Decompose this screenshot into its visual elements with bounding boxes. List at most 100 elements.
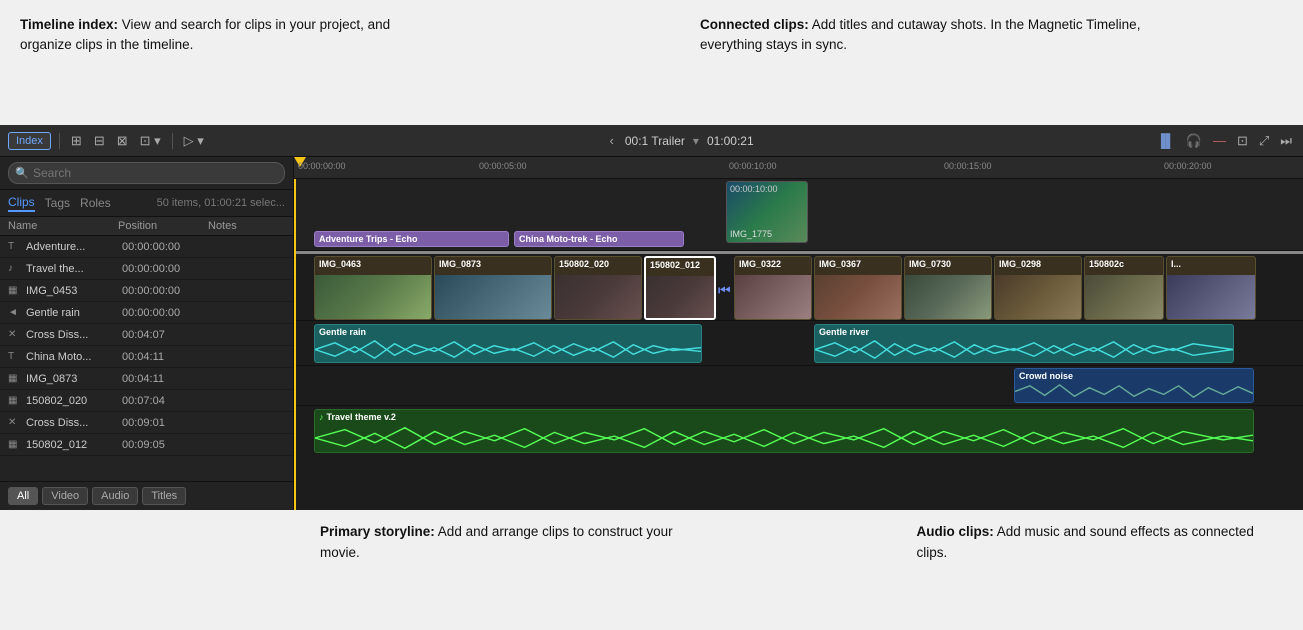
sidebar-row[interactable]: ✕ Cross Diss... 00:09:01 [0, 412, 293, 434]
clip-img0367-label: IMG_0367 [815, 257, 901, 271]
tab-roles[interactable]: Roles [80, 195, 111, 211]
toolbar: Index ⊞ ⊟ ⊠ ⊡ ▾ ▷ ▾ ‹ 00:1 Trailer ▾ 01:… [0, 125, 1303, 157]
clip-150802012-label: 150802_012 [646, 258, 714, 272]
clip-img0322[interactable]: IMG_0322 [734, 256, 812, 320]
tab-clips[interactable]: Clips [8, 194, 35, 212]
clip-150802c[interactable]: 150802c [1084, 256, 1164, 320]
gentle-rain-label: Gentle rain [315, 325, 701, 339]
audio-row-1: Gentle rain Gentle river [294, 321, 1303, 366]
tick-0: 00:00:00:00 [298, 161, 346, 171]
search-input[interactable] [8, 162, 285, 184]
mute-icon[interactable]: — [1210, 131, 1229, 150]
main-content: 🔍 Clips Tags Roles 50 items, 01:00:21 se… [0, 157, 1303, 510]
row-type-icon: ◄ [8, 307, 22, 318]
tick-15: 00:00:15:00 [944, 161, 992, 171]
clip-img0298[interactable]: IMG_0298 [994, 256, 1082, 320]
travel-theme-clip[interactable]: ♪ Travel theme v.2 [314, 409, 1254, 453]
search-icon: 🔍 [15, 167, 29, 180]
row-position: 00:09:05 [122, 439, 212, 451]
clip-view-icon[interactable]: ⊡ [1234, 131, 1251, 151]
row-position: 00:07:04 [122, 395, 212, 407]
toolbar-right: ▐▌ 🎧 — ⊡ ⤢ ⏭ [1153, 131, 1295, 151]
china-moto-clip[interactable]: China Moto-trek - Echo [514, 231, 684, 247]
headphone-icon[interactable]: 🎧 [1183, 131, 1205, 151]
row-type-icon: ▦ [8, 439, 22, 450]
travel-theme-text: Travel theme v.2 [327, 412, 396, 422]
row-type-icon: ✕ [8, 329, 22, 340]
filter-icon[interactable]: ⊠ [114, 131, 131, 151]
tick-10: 00:00:10:00 [729, 161, 777, 171]
connected-clips-row: 00:00:10:00 IMG_1775 Adventure Trips - E… [294, 179, 1303, 251]
row-position: 00:04:07 [122, 329, 212, 341]
tab-tags[interactable]: Tags [45, 195, 70, 211]
primary-video-row: IMG_0463 IMG_0873 150802_020 150802_012 [294, 251, 1303, 321]
zoom-icon[interactable]: ⊟ [91, 131, 108, 151]
gentle-rain-clip[interactable]: Gentle rain [314, 324, 702, 363]
sidebar-row[interactable]: ▦ IMG_0873 00:04:11 [0, 368, 293, 390]
sidebar-list: T Adventure... 00:00:00:00 ♪ Travel the.… [0, 236, 293, 481]
clip-img0453[interactable]: IMG_0463 [314, 256, 432, 320]
clip-img0730[interactable]: IMG_0730 [904, 256, 992, 320]
select-tool-icon[interactable]: ▷ ▾ [181, 131, 207, 151]
clip-img0298-label: IMG_0298 [995, 257, 1081, 271]
annotation-bottom-left: Primary storyline: Add and arrange clips… [320, 522, 687, 564]
row-name: IMG_0453 [26, 285, 122, 297]
skip-end-icon[interactable]: ⏭ [1277, 131, 1295, 151]
clip-img0873-label: IMG_0873 [435, 257, 551, 271]
filter-titles-button[interactable]: Titles [142, 487, 186, 505]
clip-img0873[interactable]: IMG_0873 [434, 256, 552, 320]
gentle-river-label: Gentle river [815, 325, 1233, 339]
audio-row-2: Crowd noise [294, 366, 1303, 406]
clip-appearance-icon[interactable]: ⊞ [68, 131, 85, 151]
row-name: Adventure... [26, 241, 122, 253]
row-type-icon: ▦ [8, 285, 22, 296]
fullscreen-icon[interactable]: ⤢ [1256, 131, 1272, 151]
row-name: Cross Diss... [26, 417, 122, 429]
sidebar-row[interactable]: T Adventure... 00:00:00:00 [0, 236, 293, 258]
filter-audio-button[interactable]: Audio [92, 487, 138, 505]
row-type-icon: T [8, 241, 22, 252]
filter-all-button[interactable]: All [8, 487, 38, 505]
row-type-icon: T [8, 351, 22, 362]
timeline-index-label: Timeline index: [20, 17, 118, 32]
sidebar-row[interactable]: ▦ 150802_012 00:09:05 [0, 434, 293, 456]
clip-150802020[interactable]: 150802_020 [554, 256, 642, 320]
img1775-name: IMG_1775 [730, 229, 772, 239]
sidebar-search-area: 🔍 [0, 157, 293, 190]
nav-left-icon[interactable]: ‹ [607, 131, 617, 150]
connected-clips-label: Connected clips: [700, 17, 809, 32]
audio-meter-icon[interactable]: ▐▌ [1153, 131, 1177, 150]
sidebar-row[interactable]: ▦ 150802_020 00:07:04 [0, 390, 293, 412]
crowd-noise-waveform [1015, 382, 1253, 402]
sidebar-row[interactable]: ♪ Travel the... 00:00:00:00 [0, 258, 293, 280]
adventure-trips-label: Adventure Trips - Echo [315, 232, 508, 246]
crowd-noise-clip[interactable]: Crowd noise [1014, 368, 1254, 403]
annotation-bottom: Primary storyline: Add and arrange clips… [0, 510, 1303, 630]
ui-area: Index ⊞ ⊟ ⊠ ⊡ ▾ ▷ ▾ ‹ 00:1 Trailer ▾ 01:… [0, 125, 1303, 510]
adventure-trips-clip[interactable]: Adventure Trips - Echo [314, 231, 509, 247]
row-position: 00:09:01 [122, 417, 212, 429]
travel-theme-waveform [315, 424, 1253, 452]
sidebar-row[interactable]: ✕ Cross Diss... 00:04:07 [0, 324, 293, 346]
gentle-river-clip[interactable]: Gentle river [814, 324, 1234, 363]
sidebar-row[interactable]: ▦ IMG_0453 00:00:00:00 [0, 280, 293, 302]
layout-icon[interactable]: ⊡ ▾ [137, 131, 164, 151]
index-button[interactable]: Index [8, 132, 51, 150]
clip-150802012[interactable]: 150802_012 [644, 256, 716, 320]
connected-img-clip[interactable]: 00:00:10:00 IMG_1775 [726, 181, 808, 243]
row-name: Travel the... [26, 263, 122, 275]
clip-img0453-label: IMG_0463 [315, 257, 431, 271]
row-name: 150802_012 [26, 439, 122, 451]
sidebar-row[interactable]: T China Moto... 00:04:11 [0, 346, 293, 368]
clip-extra[interactable]: I... [1166, 256, 1256, 320]
clip-150802c-label: 150802c [1085, 257, 1163, 271]
annotation-bottom-right: Audio clips: Add music and sound effects… [917, 522, 1284, 564]
timeline-tracks: 00:00:10:00 IMG_1775 Adventure Trips - E… [294, 179, 1303, 510]
filter-video-button[interactable]: Video [42, 487, 88, 505]
toolbar-separator [59, 133, 60, 149]
row-name: IMG_0873 [26, 373, 122, 385]
col-header-notes: Notes [208, 220, 285, 232]
sidebar-row[interactable]: ◄ Gentle rain 00:00:00:00 [0, 302, 293, 324]
clip-img0367[interactable]: IMG_0367 [814, 256, 902, 320]
table-header: Name Position Notes [0, 217, 293, 236]
